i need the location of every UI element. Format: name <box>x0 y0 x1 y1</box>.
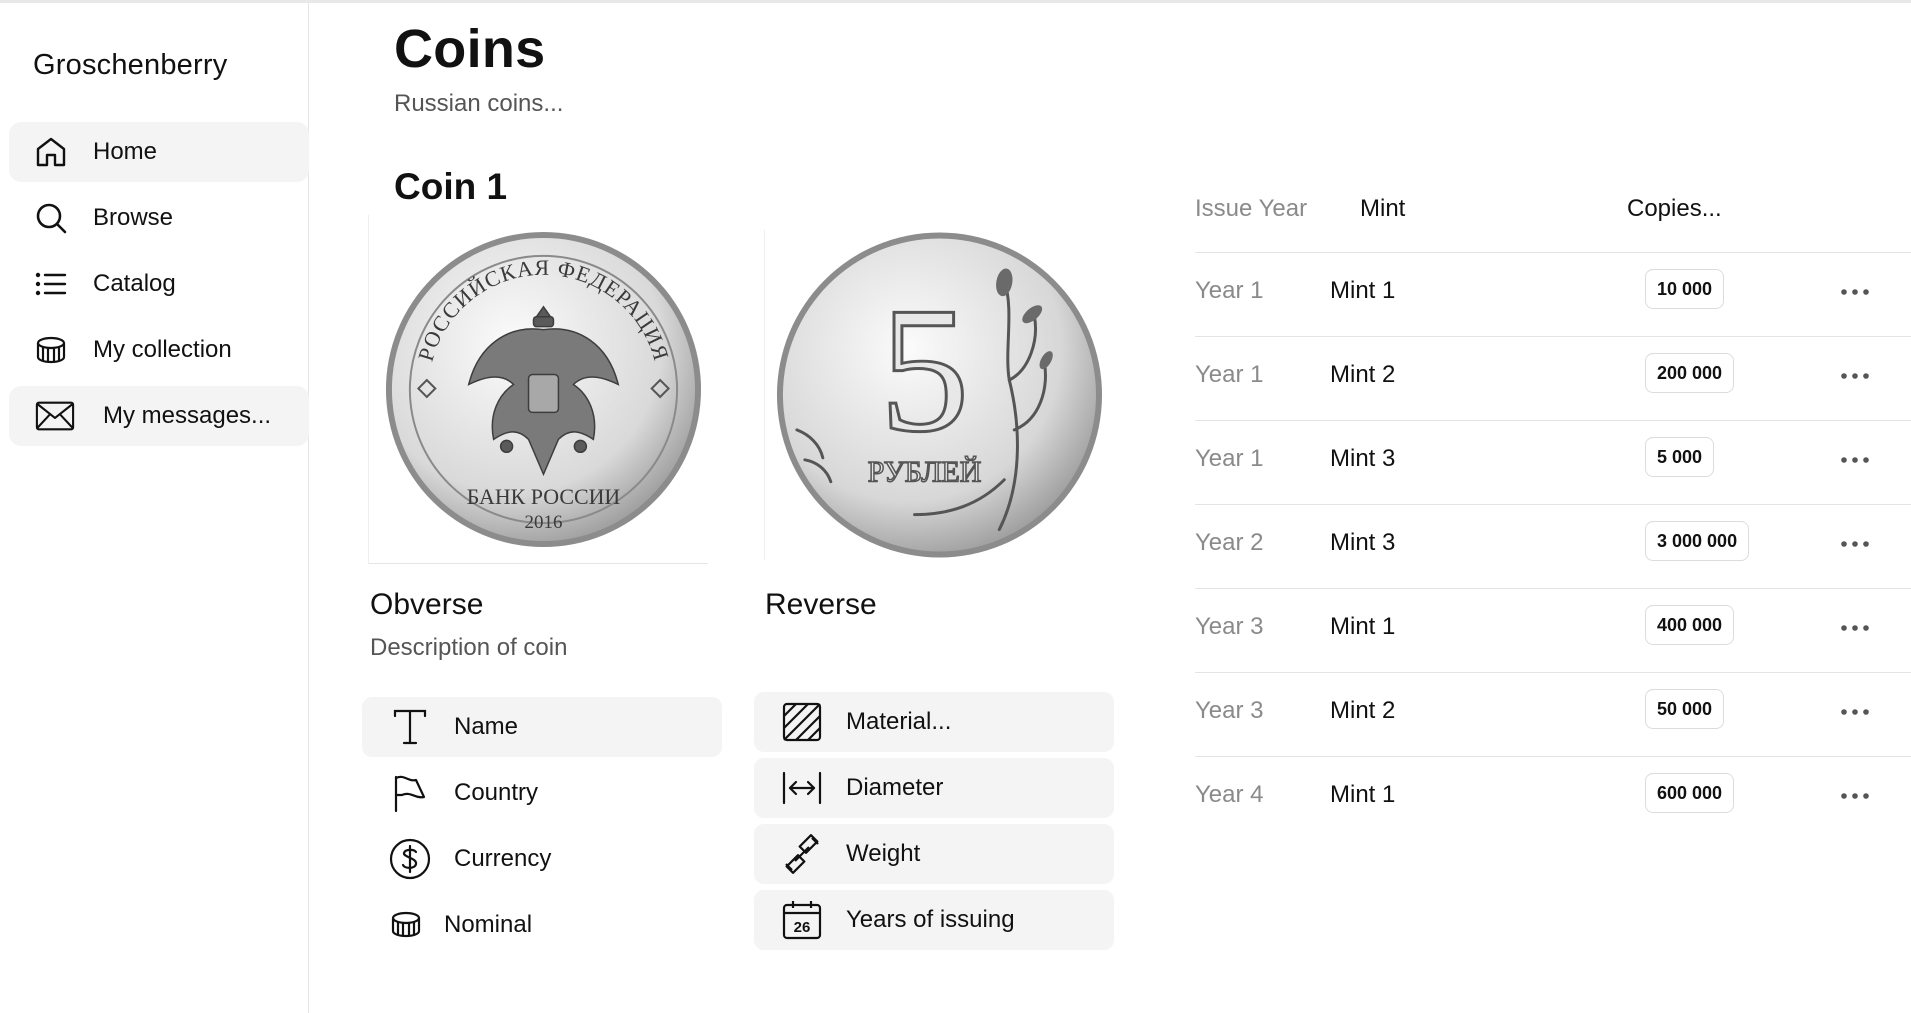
attribute-currency[interactable]: Currency <box>362 829 722 889</box>
attribute-label: Years of issuing <box>846 906 1015 933</box>
sidebar-item-label: My collection <box>93 336 232 363</box>
attribute-label: Nominal <box>444 911 533 938</box>
sidebar-item-home[interactable]: Home <box>9 122 309 182</box>
table-row[interactable]: Year 3 Mint 1 400 000 <box>1195 588 1911 672</box>
coin-title: Coin 1 <box>394 166 508 207</box>
more-options-icon[interactable] <box>1835 277 1875 307</box>
copies-badge: 600 000 <box>1645 773 1735 813</box>
texture-icon <box>780 700 824 744</box>
obverse-label: Obverse <box>370 588 484 621</box>
cell-mint: Mint 2 <box>1330 361 1396 388</box>
sidebar-item-label: Home <box>93 138 158 165</box>
sidebar-item-label: My messages... <box>103 402 272 429</box>
column-header-copies[interactable]: Copies... <box>1627 195 1722 223</box>
more-options-icon[interactable] <box>1835 781 1875 811</box>
coins-stack-icon <box>31 330 71 370</box>
more-options-icon[interactable] <box>1835 697 1875 727</box>
attribute-weight[interactable]: Weight <box>754 824 1114 884</box>
cell-mint: Mint 1 <box>1330 613 1396 640</box>
sidebar-item-catalog[interactable]: Catalog <box>9 254 309 314</box>
svg-text:5: 5 <box>880 270 970 469</box>
cell-mint: Mint 3 <box>1330 445 1396 472</box>
page-title: Coins <box>394 19 546 79</box>
dumbbell-icon <box>780 832 824 876</box>
text-icon <box>388 705 432 749</box>
attribute-years-of-issuing[interactable]: 26 Years of issuing <box>754 890 1114 950</box>
cell-issue-year: Year 1 <box>1195 361 1264 388</box>
svg-text:26: 26 <box>794 919 811 936</box>
cell-mint: Mint 2 <box>1330 697 1396 724</box>
copies-badge: 50 000 <box>1645 689 1725 729</box>
sidebar-item-my-collection[interactable]: My collection <box>9 320 309 380</box>
sidebar: Groschenberry Home Browse Catalog My col… <box>0 3 309 1013</box>
table-row[interactable]: Year 3 Mint 2 50 000 <box>1195 672 1911 756</box>
table-row[interactable]: Year 1 Mint 1 10 000 <box>1195 252 1911 336</box>
reverse-image[interactable]: 5 РУБЛЕЙ <box>764 230 1104 560</box>
cell-issue-year: Year 3 <box>1195 697 1264 724</box>
cell-issue-year: Year 4 <box>1195 781 1264 808</box>
sidebar-item-browse[interactable]: Browse <box>9 188 309 248</box>
copies-badge: 400 000 <box>1645 605 1735 645</box>
cell-mint: Mint 1 <box>1330 781 1396 808</box>
attribute-label: Diameter <box>846 774 944 801</box>
attribute-nominal[interactable]: Nominal <box>362 895 722 955</box>
attribute-label: Currency <box>454 845 552 872</box>
attribute-name[interactable]: Name <box>362 697 722 757</box>
column-header-issue-year[interactable]: Issue Year <box>1195 195 1307 223</box>
list-icon <box>31 264 71 304</box>
mail-icon <box>35 396 75 436</box>
page-subtitle: Russian coins... <box>394 90 564 117</box>
brand-name: Groschenberry <box>33 49 228 81</box>
table-row[interactable]: Year 2 Mint 3 3 000 000 <box>1195 504 1911 588</box>
obverse-image[interactable]: РОССИЙСКАЯ ФЕДЕРАЦИЯ БАНК РОССИИ 2016 <box>368 215 708 564</box>
flag-icon <box>388 771 432 815</box>
copies-badge: 5 000 <box>1645 437 1715 477</box>
attribute-diameter[interactable]: Diameter <box>754 758 1114 818</box>
obverse-description: Description of coin <box>370 634 568 661</box>
cell-issue-year: Year 1 <box>1195 445 1264 472</box>
cell-issue-year: Year 2 <box>1195 529 1264 556</box>
search-icon <box>31 198 71 238</box>
copies-badge: 3 000 000 <box>1645 521 1750 561</box>
more-options-icon[interactable] <box>1835 361 1875 391</box>
copies-badge: 10 000 <box>1645 269 1725 309</box>
column-header-mint[interactable]: Mint <box>1360 195 1405 223</box>
attribute-country[interactable]: Country <box>362 763 722 823</box>
cell-mint: Mint 1 <box>1330 277 1396 304</box>
sidebar-item-label: Catalog <box>93 270 176 297</box>
svg-text:2016: 2016 <box>525 512 563 533</box>
calendar-icon: 26 <box>780 898 824 942</box>
attribute-material[interactable]: Material... <box>754 692 1114 752</box>
reverse-label: Reverse <box>765 588 877 621</box>
coins-stack-icon <box>384 903 428 947</box>
sidebar-item-label: Browse <box>93 204 174 231</box>
dollar-circle-icon <box>388 837 432 881</box>
copies-badge: 200 000 <box>1645 353 1735 393</box>
table-row[interactable]: Year 4 Mint 1 600 000 <box>1195 756 1911 840</box>
attribute-label: Name <box>454 713 519 740</box>
cell-issue-year: Year 1 <box>1195 277 1264 304</box>
svg-text:БАНК РОССИИ: БАНК РОССИИ <box>467 484 621 509</box>
table-row[interactable]: Year 1 Mint 3 5 000 <box>1195 420 1911 504</box>
table-row[interactable]: Year 1 Mint 2 200 000 <box>1195 336 1911 420</box>
svg-text:РУБЛЕЙ: РУБЛЕЙ <box>868 456 982 489</box>
sidebar-item-my-messages[interactable]: My messages... <box>9 386 309 446</box>
width-icon <box>780 766 824 810</box>
home-icon <box>31 132 71 172</box>
attribute-label: Material... <box>846 708 952 735</box>
attribute-label: Country <box>454 779 539 806</box>
more-options-icon[interactable] <box>1835 613 1875 643</box>
cell-issue-year: Year 3 <box>1195 613 1264 640</box>
attribute-label: Weight <box>846 840 921 867</box>
cell-mint: Mint 3 <box>1330 529 1396 556</box>
more-options-icon[interactable] <box>1835 445 1875 475</box>
more-options-icon[interactable] <box>1835 529 1875 559</box>
